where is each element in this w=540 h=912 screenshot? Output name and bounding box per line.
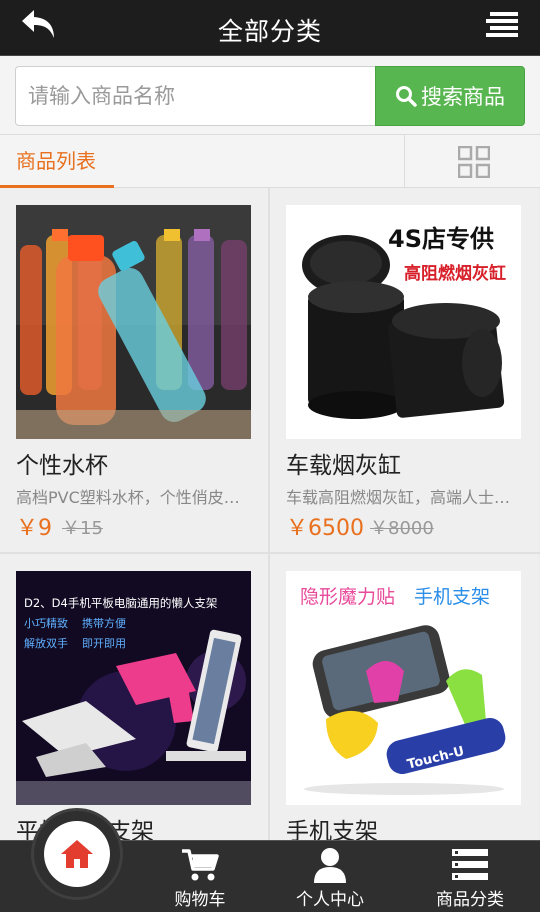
- product-price: ￥9: [16, 516, 52, 541]
- grid-view-toggle[interactable]: [404, 135, 540, 187]
- grid-icon: [458, 146, 490, 178]
- product-original-price: ￥15: [62, 518, 103, 539]
- home-button-inner: [44, 821, 110, 887]
- product-card[interactable]: 4S店专供 高阻燃烟灰缸 车载烟灰缸 车载高阻燃烟灰缸，高端人士必备精品 ￥65…: [270, 188, 538, 552]
- product-image[interactable]: [16, 205, 251, 439]
- product-price: ￥6500: [286, 516, 364, 541]
- nav-profile-label: 个人中心: [296, 890, 364, 910]
- product-image[interactable]: D2、D4手机平板电脑通用的懒人支架 小巧精致 携带方便 解放双手 即开即用: [16, 571, 251, 805]
- product-name[interactable]: 个性水杯: [16, 446, 108, 480]
- page-title: 全部分类: [217, 17, 322, 46]
- cart-icon: [182, 849, 219, 881]
- image-tag: 携带方便: [82, 616, 126, 630]
- product-card[interactable]: 隐形魔力贴 手机支架 Touch-U 手机支架: [270, 554, 538, 888]
- image-tag: 即开即用: [82, 637, 126, 650]
- nav-cart[interactable]: 购物车: [150, 841, 250, 912]
- image-tag: 解放双手: [24, 636, 68, 650]
- user-icon: [314, 848, 346, 883]
- top-header: 全部分类: [0, 0, 540, 56]
- tab-product-list[interactable]: 商品列表: [0, 135, 114, 188]
- search-button-label: 搜索商品: [421, 85, 505, 109]
- product-image[interactable]: 4S店专供 高阻燃烟灰缸: [286, 205, 521, 439]
- image-headline: D2、D4手机平板电脑通用的懒人支架: [24, 596, 217, 610]
- home-button[interactable]: [31, 808, 123, 900]
- product-description: 高档PVC塑料水杯，个性俏皮的造型设计: [16, 488, 252, 507]
- search-icon: [396, 86, 417, 107]
- search-button[interactable]: 搜索商品: [375, 66, 525, 126]
- product-card[interactable]: 个性水杯 高档PVC塑料水杯，个性俏皮的造型设计 ￥9 ￥15: [0, 188, 268, 552]
- image-subline: 高阻燃烟灰缸: [404, 263, 506, 284]
- nav-categories-label: 商品分类: [436, 890, 504, 910]
- image-headline: 手机支架: [414, 586, 490, 608]
- category-list-icon: [452, 849, 488, 880]
- nav-cart-label: 购物车: [174, 890, 226, 910]
- product-image[interactable]: 隐形魔力贴 手机支架 Touch-U: [286, 571, 521, 805]
- list-tabs: 商品列表: [0, 134, 540, 188]
- nav-profile[interactable]: 个人中心: [280, 841, 380, 912]
- home-icon: [61, 840, 93, 868]
- menu-icon[interactable]: [484, 10, 520, 40]
- search-bar: 搜索商品: [0, 56, 540, 134]
- image-headline: 4S店专供: [388, 225, 494, 253]
- product-description: 车载高阻燃烟灰缸，高端人士必备精品: [286, 488, 522, 507]
- product-grid: 个性水杯 高档PVC塑料水杯，个性俏皮的造型设计 ￥9 ￥15 4S店专供 高阻…: [0, 188, 540, 888]
- image-tag: 小巧精致: [24, 616, 68, 630]
- image-headline: 隐形魔力贴: [300, 586, 395, 608]
- product-original-price: ￥8000: [370, 518, 434, 539]
- product-name[interactable]: 车载烟灰缸: [286, 446, 401, 480]
- search-input[interactable]: [15, 66, 377, 126]
- nav-categories[interactable]: 商品分类: [420, 841, 520, 912]
